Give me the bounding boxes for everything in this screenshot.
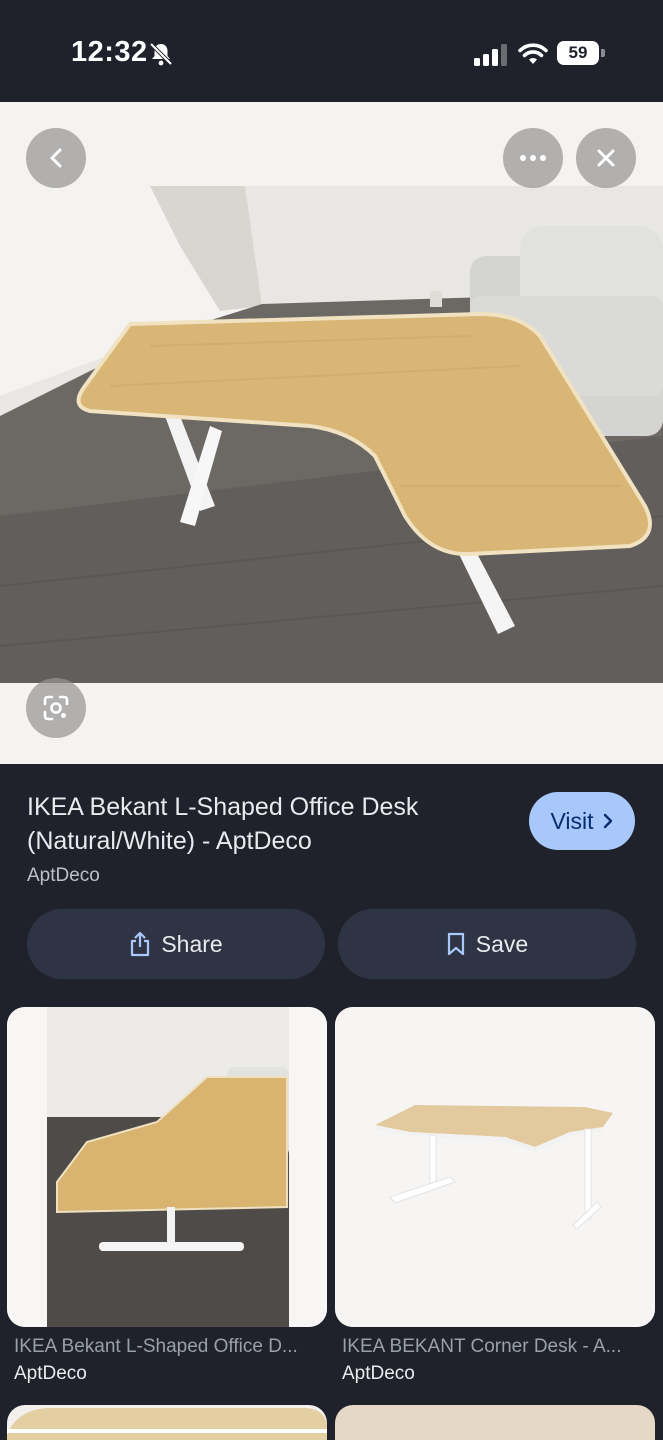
desk-photo[interactable] — [0, 186, 663, 683]
lens-icon — [43, 695, 69, 721]
related-card-4[interactable] — [335, 1405, 655, 1440]
save-label: Save — [475, 930, 529, 957]
status-time: 12:32 — [71, 36, 148, 68]
back-icon — [50, 148, 62, 168]
related-card-2[interactable] — [335, 1007, 655, 1327]
cellular-signal-icon — [474, 44, 507, 66]
close-button[interactable] — [576, 128, 636, 188]
wifi-icon — [518, 43, 548, 64]
bookmark-icon — [447, 932, 464, 956]
related-title-1[interactable]: IKEA Bekant L-Shaped Office D... — [14, 1336, 322, 1358]
share-label: Share — [161, 930, 223, 957]
battery-level: 59 — [568, 43, 588, 62]
more-options-button[interactable] — [503, 128, 563, 188]
result-info-panel: IKEA Bekant L-Shaped Office Desk (Natura… — [0, 764, 663, 1440]
share-button[interactable]: Share — [27, 909, 325, 979]
save-button[interactable]: Save — [338, 909, 636, 979]
related-image-1 — [7, 1007, 327, 1327]
related-source-1: AptDeco — [14, 1363, 87, 1384]
status-bar: 12:32 59 — [0, 0, 663, 102]
close-icon — [597, 149, 615, 167]
chevron-right-icon — [603, 813, 612, 829]
related-image-2 — [335, 1007, 655, 1327]
lens-button[interactable] — [26, 678, 86, 738]
battery-icon: 59 — [557, 41, 605, 65]
visit-button[interactable]: Visit — [529, 792, 635, 850]
related-title-2[interactable]: IKEA BEKANT Corner Desk - A... — [342, 1336, 642, 1358]
back-button[interactable] — [26, 128, 86, 188]
related-image-3 — [7, 1408, 327, 1440]
bell-off-icon — [149, 42, 173, 66]
related-card-3[interactable] — [7, 1405, 327, 1440]
related-card-1[interactable] — [7, 1007, 327, 1327]
image-viewer — [0, 102, 663, 764]
more-icon — [520, 155, 546, 161]
share-icon — [131, 931, 150, 957]
result-source: AptDeco — [27, 865, 100, 886]
result-title[interactable]: IKEA Bekant L-Shaped Office Desk (Natura… — [27, 790, 497, 858]
related-source-2: AptDeco — [342, 1363, 415, 1384]
battery-cap — [601, 49, 605, 57]
visit-label: Visit — [550, 807, 594, 834]
